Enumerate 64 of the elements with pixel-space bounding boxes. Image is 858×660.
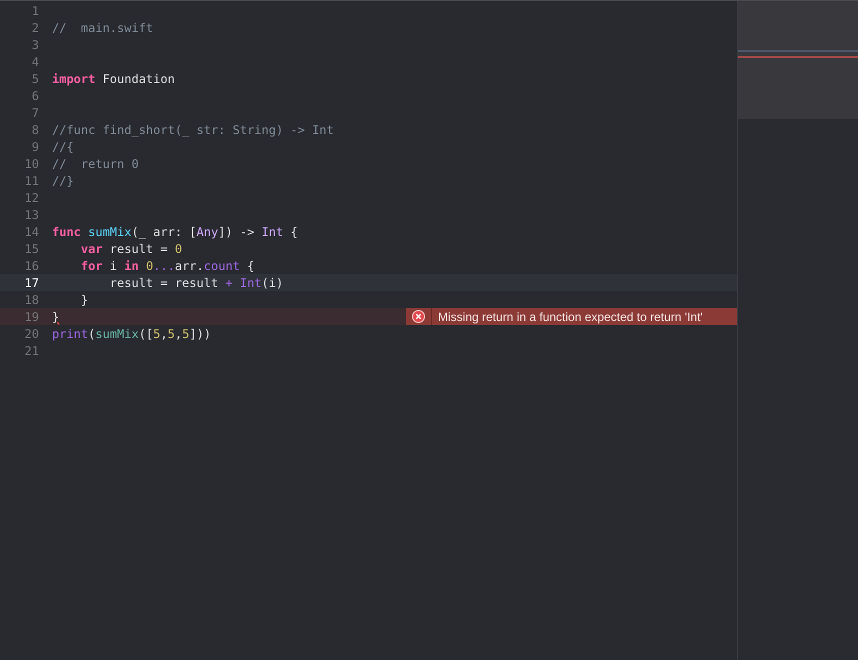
code-comment: // main.swift [52, 20, 154, 36]
code-text: , [174, 326, 182, 342]
code-keyword: import [52, 70, 96, 88]
code-identifier: + [225, 274, 233, 292]
code-text: { [246, 258, 254, 274]
code-number: 5 [168, 326, 175, 342]
code-keyword: var [80, 240, 103, 258]
code-identifier: count [204, 258, 240, 274]
code-number: 0 [174, 240, 182, 258]
error-icon [412, 310, 425, 323]
code-text: } [80, 292, 88, 308]
code-keyword: func [52, 224, 81, 240]
code-function-call: sumMix [95, 326, 139, 342]
line-number: 7 [30, 104, 39, 122]
code-comment: // return 0 [52, 156, 139, 172]
line-number: 19 [24, 308, 39, 326]
line-number: 11 [24, 172, 39, 190]
error-message: Missing return in a function expected to return 'Int' [438, 308, 703, 326]
code-type: Any [196, 224, 218, 240]
code-number: 5 [182, 326, 190, 342]
code-comment: //} [52, 172, 74, 190]
line-number: 20 [24, 326, 39, 342]
line-number: 2 [30, 20, 39, 36]
line-number: 12 [24, 190, 39, 206]
line-number: 21 [24, 342, 39, 360]
line-number: 8 [30, 122, 39, 138]
line-number: 6 [30, 88, 39, 104]
code-comment: //{ [52, 138, 74, 156]
code-keyword: for [80, 258, 103, 274]
line-number: 5 [30, 70, 39, 88]
code-text: i [108, 258, 118, 274]
line-number: 18 [24, 292, 39, 308]
code-number: 0 [144, 258, 154, 274]
code-error-brace: } [52, 308, 60, 326]
code-text: Foundation [102, 70, 175, 88]
code-keyword: in [124, 258, 139, 274]
code-text: , [160, 326, 168, 342]
code-identifier: Int [238, 274, 262, 292]
line-number: 3 [30, 36, 39, 54]
code-text: result = [108, 240, 169, 258]
code-text: ])) [189, 326, 212, 342]
line-number: 15 [24, 240, 39, 258]
code-identifier: print [52, 326, 88, 342]
code-text: ( [88, 326, 96, 342]
code-number: 5 [153, 326, 160, 342]
line-number: 9 [30, 138, 39, 156]
line-number: 10 [24, 156, 39, 172]
code-type: Int [262, 224, 284, 240]
code-function-name: sumMix [87, 224, 132, 240]
line-number: 13 [24, 206, 39, 224]
code-text: ([ [138, 326, 154, 342]
line-number: 14 [24, 224, 39, 240]
line-number: 17 [24, 274, 39, 292]
line-number: 16 [24, 258, 39, 274]
code-identifier: ... [153, 258, 175, 274]
code-text: arr. [174, 258, 204, 274]
code-comment: //func find_short(_ str: String) -> Int [52, 122, 334, 138]
code-text: result = result [108, 274, 220, 292]
code-text: ]) -> [218, 224, 256, 240]
code-text: (i) [262, 274, 284, 292]
line-number: 4 [30, 54, 39, 70]
code-text: { [289, 224, 298, 240]
line-number: 1 [30, 2, 39, 20]
code-text: (_ arr: [ [131, 224, 197, 240]
